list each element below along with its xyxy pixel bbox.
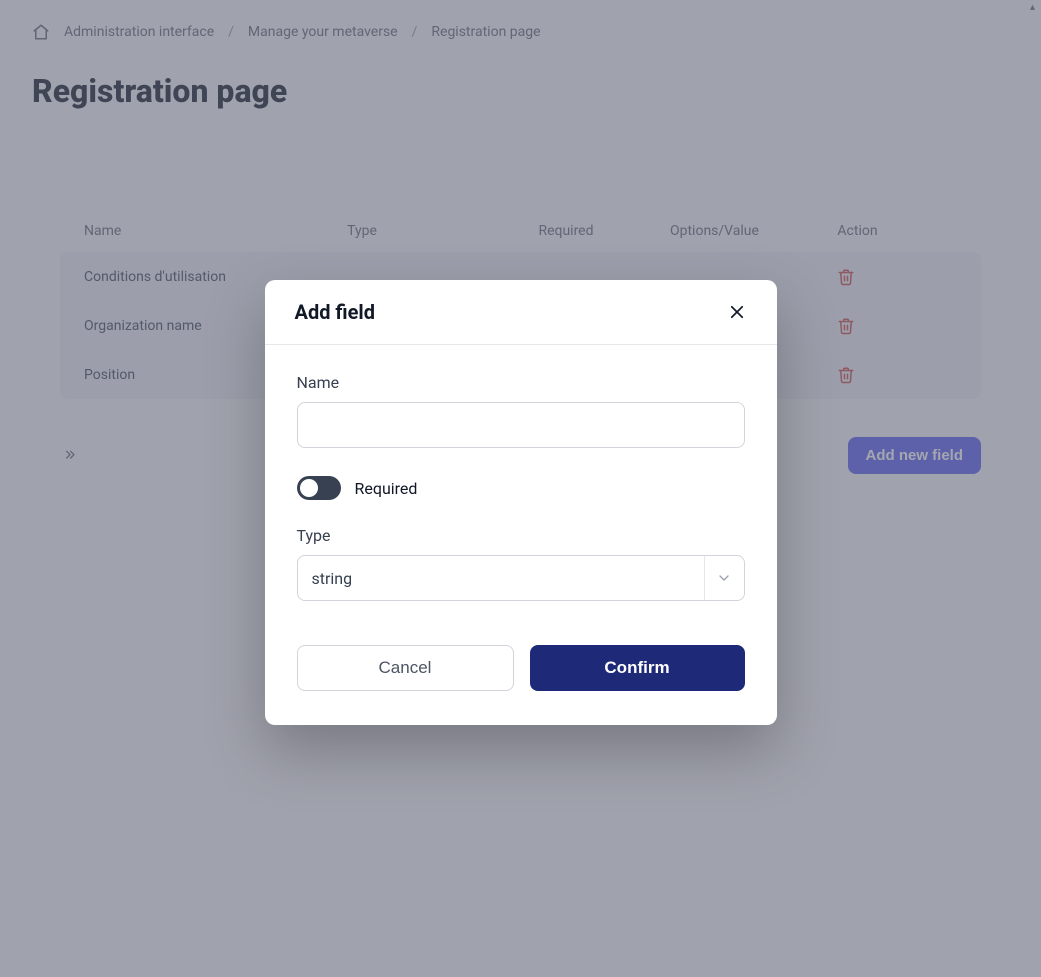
name-label: Name <box>297 373 745 392</box>
required-label: Required <box>355 479 418 498</box>
name-input[interactable] <box>297 402 745 448</box>
cancel-button[interactable]: Cancel <box>297 645 514 691</box>
chevron-down-icon <box>704 556 744 600</box>
required-toggle[interactable] <box>297 476 341 500</box>
type-label: Type <box>297 526 745 545</box>
add-field-modal: Add field Name Required Type string <box>265 280 777 725</box>
confirm-button[interactable]: Confirm <box>530 645 745 691</box>
type-value: string <box>298 569 704 588</box>
modal-title: Add field <box>295 300 375 324</box>
type-select[interactable]: string <box>297 555 745 601</box>
close-icon[interactable] <box>727 302 747 322</box>
modal-overlay[interactable]: Add field Name Required Type string <box>0 0 1041 977</box>
